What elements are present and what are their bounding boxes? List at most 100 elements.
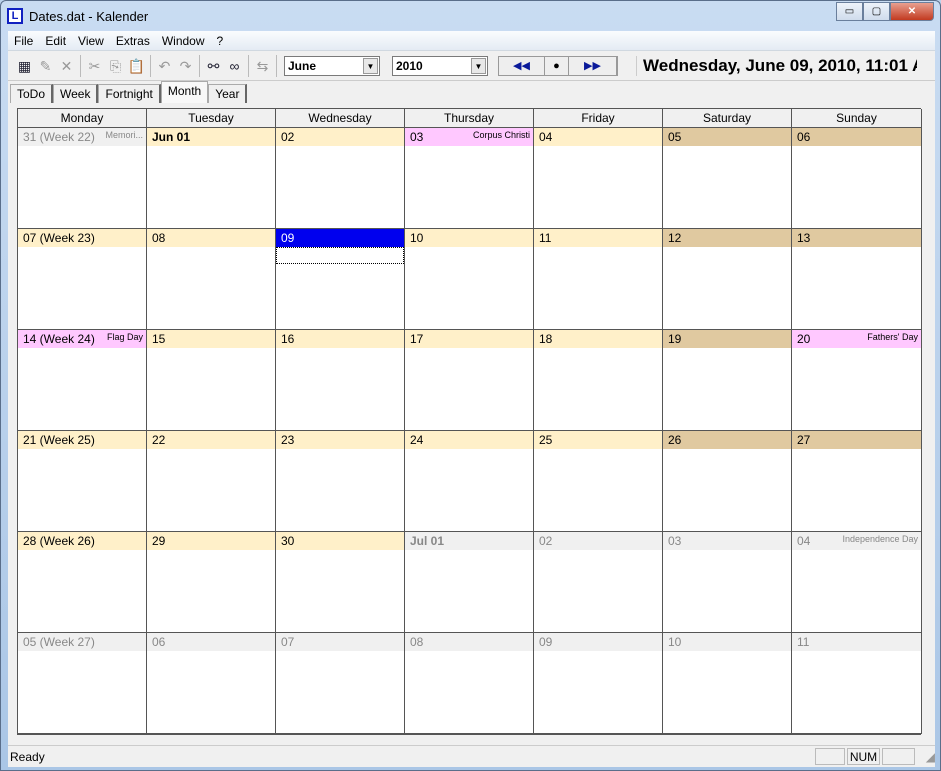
delete-icon[interactable]: ✕ xyxy=(56,55,77,77)
day-header[interactable]: 14 (Week 24) Flag Day xyxy=(18,330,146,348)
day-cell[interactable]: 23 xyxy=(276,431,405,532)
day-header[interactable]: Jul 01 xyxy=(405,532,533,550)
day-header[interactable]: 13 xyxy=(792,229,921,247)
day-cell[interactable]: 20 Fathers' Day xyxy=(792,330,922,431)
day-header[interactable]: 09 xyxy=(534,633,662,651)
day-header[interactable]: 07 xyxy=(276,633,404,651)
month-select[interactable]: June ▼ xyxy=(284,55,380,76)
day-cell[interactable]: 28 (Week 26) xyxy=(18,532,147,633)
day-header[interactable]: 24 xyxy=(405,431,533,449)
chevron-down-icon[interactable]: ▼ xyxy=(363,57,378,74)
day-header[interactable]: 21 (Week 25) xyxy=(18,431,146,449)
day-header[interactable]: 25 xyxy=(534,431,662,449)
day-cell[interactable]: 07 (Week 23) xyxy=(18,229,147,330)
menu-help[interactable]: ? xyxy=(211,34,230,48)
day-header[interactable]: 09 xyxy=(276,229,404,247)
day-cell[interactable]: Jun 01 xyxy=(147,128,276,229)
day-header[interactable]: 02 xyxy=(534,532,662,550)
day-header[interactable]: 12 xyxy=(663,229,791,247)
day-header[interactable]: 08 xyxy=(405,633,533,651)
day-cell[interactable]: 09 xyxy=(276,229,405,330)
tab-fortnight[interactable]: Fortnight xyxy=(98,84,161,103)
menu-edit[interactable]: Edit xyxy=(39,34,72,48)
day-header[interactable]: 29 xyxy=(147,532,275,550)
day-header[interactable]: 27 xyxy=(792,431,921,449)
chevron-down-icon[interactable]: ▼ xyxy=(471,57,486,74)
day-cell[interactable]: 08 xyxy=(405,633,534,734)
binoculars-find-icon[interactable]: ⚯ xyxy=(203,55,224,77)
day-header[interactable]: 05 (Week 27) xyxy=(18,633,146,651)
menu-file[interactable]: File xyxy=(8,34,39,48)
day-cell[interactable]: 03 xyxy=(663,532,792,633)
day-cell[interactable]: 18 xyxy=(534,330,663,431)
day-header[interactable]: 04 xyxy=(534,128,662,146)
tab-todo[interactable]: ToDo xyxy=(10,84,54,103)
day-cell[interactable]: 31 (Week 22) Memori... xyxy=(18,128,147,229)
day-header[interactable]: 20 Fathers' Day xyxy=(792,330,921,348)
day-cell[interactable]: 22 xyxy=(147,431,276,532)
day-cell[interactable]: 05 xyxy=(663,128,792,229)
day-cell[interactable]: 21 (Week 25) xyxy=(18,431,147,532)
day-cell[interactable]: 19 xyxy=(663,330,792,431)
day-cell[interactable]: 07 xyxy=(276,633,405,734)
day-header[interactable]: 06 xyxy=(792,128,921,146)
year-select[interactable]: 2010 ▼ xyxy=(392,55,488,76)
day-cell[interactable]: 14 (Week 24) Flag Day xyxy=(18,330,147,431)
minimize-button[interactable]: ▭ xyxy=(836,2,863,21)
day-header[interactable]: 28 (Week 26) xyxy=(18,532,146,550)
day-header[interactable]: 05 xyxy=(663,128,791,146)
day-cell[interactable]: 11 xyxy=(792,633,922,734)
day-header[interactable]: 16 xyxy=(276,330,404,348)
day-cell[interactable]: 04 Independence Day xyxy=(792,532,922,633)
today-button[interactable]: ● xyxy=(545,56,569,75)
day-cell[interactable]: 13 xyxy=(792,229,922,330)
day-cell[interactable]: 02 xyxy=(276,128,405,229)
menu-view[interactable]: View xyxy=(72,34,110,48)
day-cell[interactable]: 06 xyxy=(147,633,276,734)
day-cell[interactable]: 17 xyxy=(405,330,534,431)
menu-window[interactable]: Window xyxy=(156,34,211,48)
day-cell[interactable]: 26 xyxy=(663,431,792,532)
close-button[interactable]: ✕ xyxy=(890,2,934,21)
next-button[interactable]: ▶▶ xyxy=(569,56,617,75)
day-header[interactable]: 22 xyxy=(147,431,275,449)
day-header[interactable]: 02 xyxy=(276,128,404,146)
resize-grip-icon[interactable]: ◢ xyxy=(915,750,935,764)
day-header[interactable]: 11 xyxy=(792,633,921,651)
day-cell[interactable]: 16 xyxy=(276,330,405,431)
day-header[interactable]: 06 xyxy=(147,633,275,651)
day-header[interactable]: 15 xyxy=(147,330,275,348)
menu-extras[interactable]: Extras xyxy=(110,34,156,48)
edit-icon[interactable]: ✎ xyxy=(35,55,56,77)
day-cell[interactable]: 11 xyxy=(534,229,663,330)
copy-icon[interactable]: ⎘ xyxy=(105,55,126,77)
day-cell[interactable]: Jul 01 xyxy=(405,532,534,633)
cut-icon[interactable]: ✂ xyxy=(84,55,105,77)
previous-button[interactable]: ◀◀ xyxy=(499,56,545,75)
day-cell[interactable]: 03 Corpus Christi xyxy=(405,128,534,229)
redo-icon[interactable]: ↷ xyxy=(175,55,196,77)
paste-icon[interactable]: 📋 xyxy=(126,55,147,77)
day-header[interactable]: 03 Corpus Christi xyxy=(405,128,533,146)
calendar-icon[interactable]: ▦ xyxy=(14,55,35,77)
maximize-button[interactable]: ▢ xyxy=(863,2,890,21)
new-entry-focus[interactable] xyxy=(276,247,404,264)
day-header[interactable]: 11 xyxy=(534,229,662,247)
day-header[interactable]: Jun 01 xyxy=(147,128,275,146)
day-cell[interactable]: 30 xyxy=(276,532,405,633)
day-cell[interactable]: 29 xyxy=(147,532,276,633)
day-header[interactable]: 10 xyxy=(405,229,533,247)
day-cell[interactable]: 08 xyxy=(147,229,276,330)
day-header[interactable]: 10 xyxy=(663,633,791,651)
day-cell[interactable]: 02 xyxy=(534,532,663,633)
day-cell[interactable]: 05 (Week 27) xyxy=(18,633,147,734)
day-header[interactable]: 26 xyxy=(663,431,791,449)
day-cell[interactable]: 10 xyxy=(405,229,534,330)
day-cell[interactable]: 10 xyxy=(663,633,792,734)
day-cell[interactable]: 09 xyxy=(534,633,663,734)
day-header[interactable]: 17 xyxy=(405,330,533,348)
tab-year[interactable]: Year xyxy=(208,84,248,103)
day-header[interactable]: 08 xyxy=(147,229,275,247)
tab-month[interactable]: Month xyxy=(160,81,209,103)
day-header[interactable]: 30 xyxy=(276,532,404,550)
